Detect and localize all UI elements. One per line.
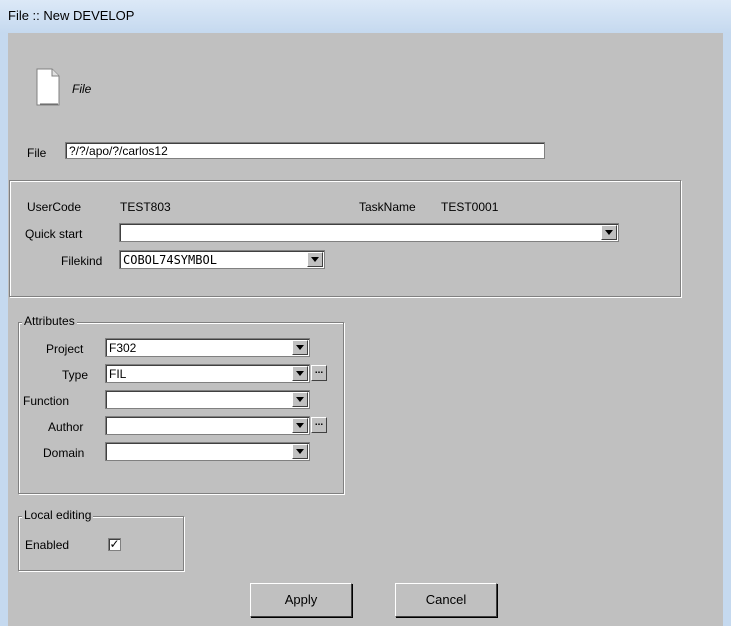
function-label: Function	[23, 394, 70, 408]
local-editing-legend: Local editing	[22, 508, 94, 522]
dialog-window: File :: New DEVELOP File File ?/?/apo/?/…	[0, 0, 731, 626]
chevron-down-icon[interactable]	[601, 225, 617, 240]
usercode-value: TEST803	[120, 200, 171, 214]
document-icon	[36, 68, 60, 106]
window-frame-right	[723, 33, 731, 626]
title-bar[interactable]: File :: New DEVELOP	[0, 0, 731, 34]
apply-button[interactable]: Apply	[250, 583, 352, 617]
project-label: Project	[46, 342, 84, 356]
chevron-down-icon[interactable]	[292, 366, 308, 381]
function-combo[interactable]	[105, 390, 310, 409]
quickstart-combo[interactable]	[119, 223, 619, 242]
domain-combo[interactable]	[105, 442, 310, 461]
quickstart-label: Quick start	[25, 227, 83, 241]
chevron-down-icon[interactable]	[307, 252, 323, 267]
usercode-label: UserCode	[27, 200, 82, 214]
author-label: Author	[48, 420, 84, 434]
attributes-legend: Attributes	[22, 314, 77, 328]
taskname-label: TaskName	[359, 200, 416, 214]
filekind-value: COBOL74SYMBOL	[123, 253, 217, 267]
type-combo[interactable]: FIL	[105, 364, 310, 383]
author-browse-button[interactable]: ...	[311, 417, 327, 433]
chevron-down-icon[interactable]	[292, 418, 308, 433]
dialog-client-area: File File ?/?/apo/?/carlos12 UserCode TE…	[8, 33, 723, 626]
type-value: FIL	[109, 367, 127, 381]
type-label: Type	[62, 368, 89, 382]
type-browse-button[interactable]: ...	[311, 365, 327, 381]
cancel-button[interactable]: Cancel	[395, 583, 497, 617]
filekind-combo[interactable]: COBOL74SYMBOL	[119, 250, 325, 269]
file-label: File	[27, 146, 47, 160]
chevron-down-icon[interactable]	[292, 444, 308, 459]
enabled-checkbox[interactable]: ✓	[108, 538, 121, 551]
file-input[interactable]: ?/?/apo/?/carlos12	[65, 142, 545, 159]
window-frame-left	[0, 33, 8, 626]
domain-label: Domain	[43, 446, 85, 460]
author-combo[interactable]	[105, 416, 310, 435]
header-caption: File	[72, 82, 92, 96]
window-title: File :: New DEVELOP	[8, 8, 135, 23]
project-value: F302	[109, 341, 137, 355]
enabled-label: Enabled	[25, 538, 70, 552]
filekind-label: Filekind	[61, 254, 103, 268]
chevron-down-icon[interactable]	[292, 340, 308, 355]
project-combo[interactable]: F302	[105, 338, 310, 357]
chevron-down-icon[interactable]	[292, 392, 308, 407]
taskname-value: TEST0001	[441, 200, 499, 214]
